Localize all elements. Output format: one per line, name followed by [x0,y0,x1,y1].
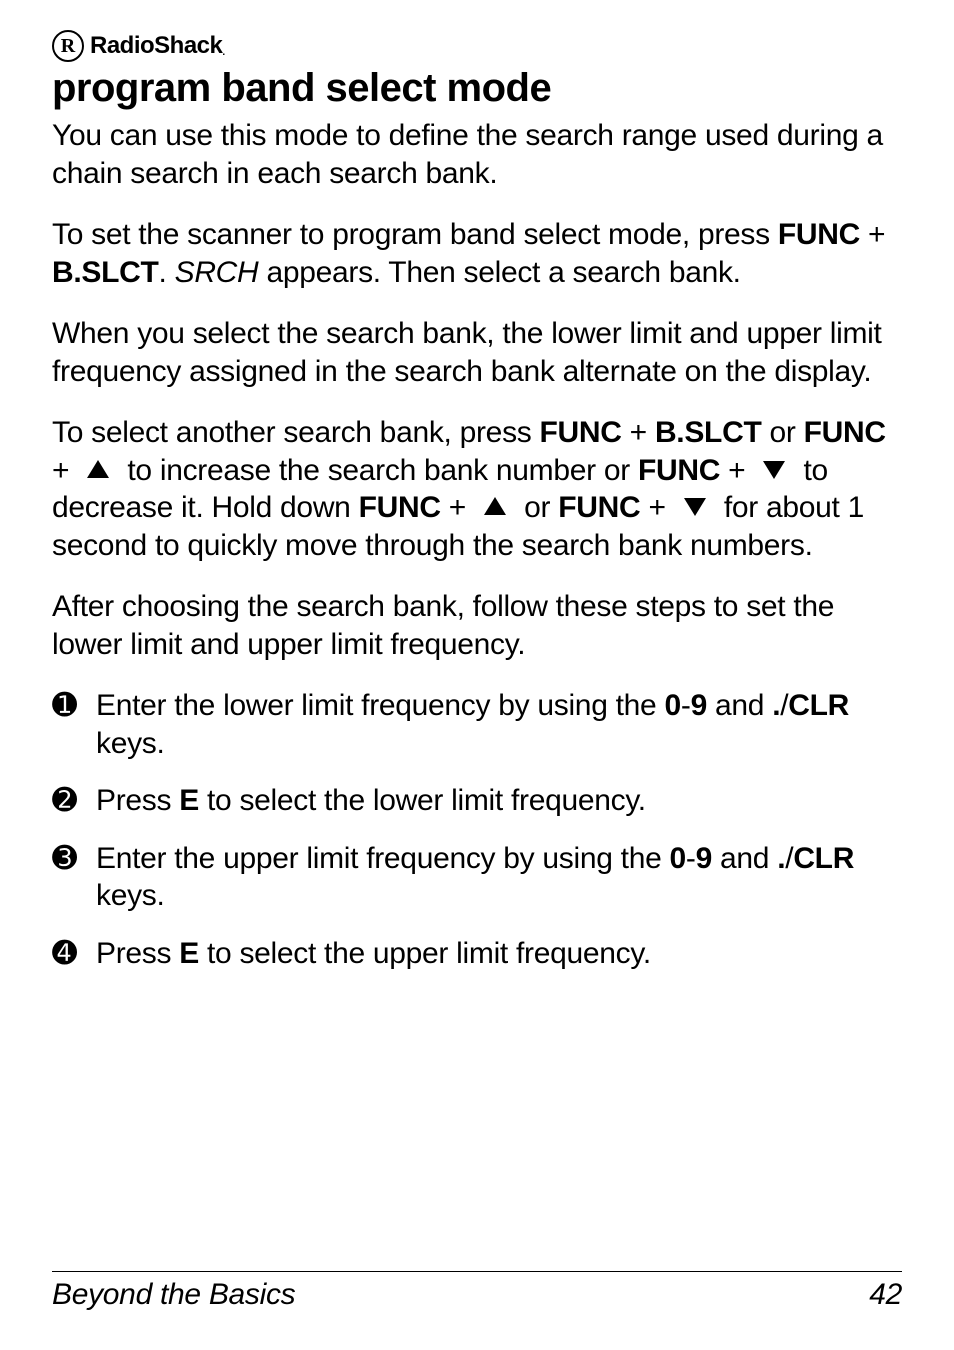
key-0: 0 [670,842,686,875]
key-func: FUNC [359,491,441,524]
up-arrow-icon [484,497,506,515]
text: . [159,256,175,289]
text: to select the upper limit frequency. [199,937,651,970]
down-arrow-icon [684,498,706,516]
step-2: ➋ Press E to select the lower limit freq… [52,782,902,820]
text: + [720,454,753,487]
key-bslct: B.SLCT [52,256,159,289]
up-arrow-icon [87,460,109,478]
footer-section: Beyond the Basics [52,1278,295,1312]
key-e: E [179,937,199,970]
key-9: 9 [696,842,712,875]
step-4: ➍ Press E to select the upper limit freq… [52,935,902,973]
key-func: FUNC [558,491,640,524]
text: to select the lower limit frequency. [199,784,646,817]
down-arrow-icon [763,461,785,479]
paragraph-1: You can use this mode to define the sear… [52,117,902,192]
key-clr: CLR [793,842,854,875]
text: - [681,689,691,722]
key-clr: CLR [788,689,849,722]
paragraph-2: To set the scanner to program band selec… [52,216,902,291]
paragraph-5: After choosing the search bank, follow t… [52,588,902,663]
text: and [707,689,772,722]
key-func: FUNC [778,218,860,251]
brand-dot: . [222,47,224,58]
text: and [712,842,777,875]
text: to increase the search bank number or [119,454,638,487]
display-srch: SRCH [175,256,259,289]
step-3: ➌ Enter the upper limit frequency by usi… [52,840,902,915]
key-func: FUNC [540,416,622,449]
step-text: Press E to select the upper limit freque… [96,935,651,973]
text: + [441,491,474,524]
text: To set the scanner to program band selec… [52,218,778,251]
key-func: FUNC [638,454,720,487]
step-text: Press E to select the lower limit freque… [96,782,646,820]
text: appears. Then select a search bank. [258,256,740,289]
paragraph-3: When you select the search bank, the low… [52,315,902,390]
key-0: 0 [664,689,680,722]
text: or [516,491,558,524]
page-title: program band select mode [52,66,902,111]
paragraph-4: To select another search bank, press FUN… [52,414,902,564]
text: + [640,491,673,524]
text: keys. [96,879,165,912]
steps-list: ➊ Enter the lower limit frequency by usi… [52,687,902,972]
text: Enter the lower limit frequency by using… [96,689,664,722]
key-e: E [179,784,199,817]
text: Enter the upper limit frequency by using… [96,842,670,875]
text: or [761,416,803,449]
text: - [686,842,696,875]
key-func: FUNC [804,416,886,449]
text: Press [96,937,179,970]
text: + [52,454,77,487]
text: keys. [96,727,165,760]
brand-r-icon: R [52,30,84,62]
step-number-icon: ➊ [52,687,96,725]
page-footer: Beyond the Basics 42 [52,1271,902,1312]
text: + [860,218,885,251]
key-9: 9 [691,689,707,722]
brand-name-text: RadioShack [90,32,222,59]
text: Press [96,784,179,817]
step-text: Enter the upper limit frequency by using… [96,840,902,915]
step-number-icon: ➍ [52,935,96,973]
key-bslct: B.SLCT [655,416,762,449]
step-number-icon: ➋ [52,782,96,820]
step-1: ➊ Enter the lower limit frequency by usi… [52,687,902,762]
step-number-icon: ➌ [52,840,96,878]
text: + [622,416,655,449]
text: To select another search bank, press [52,416,540,449]
brand-name: RadioShack. [90,32,225,60]
brand-header: R RadioShack. [52,30,902,62]
step-text: Enter the lower limit frequency by using… [96,687,902,762]
footer-page-number: 42 [869,1278,902,1312]
